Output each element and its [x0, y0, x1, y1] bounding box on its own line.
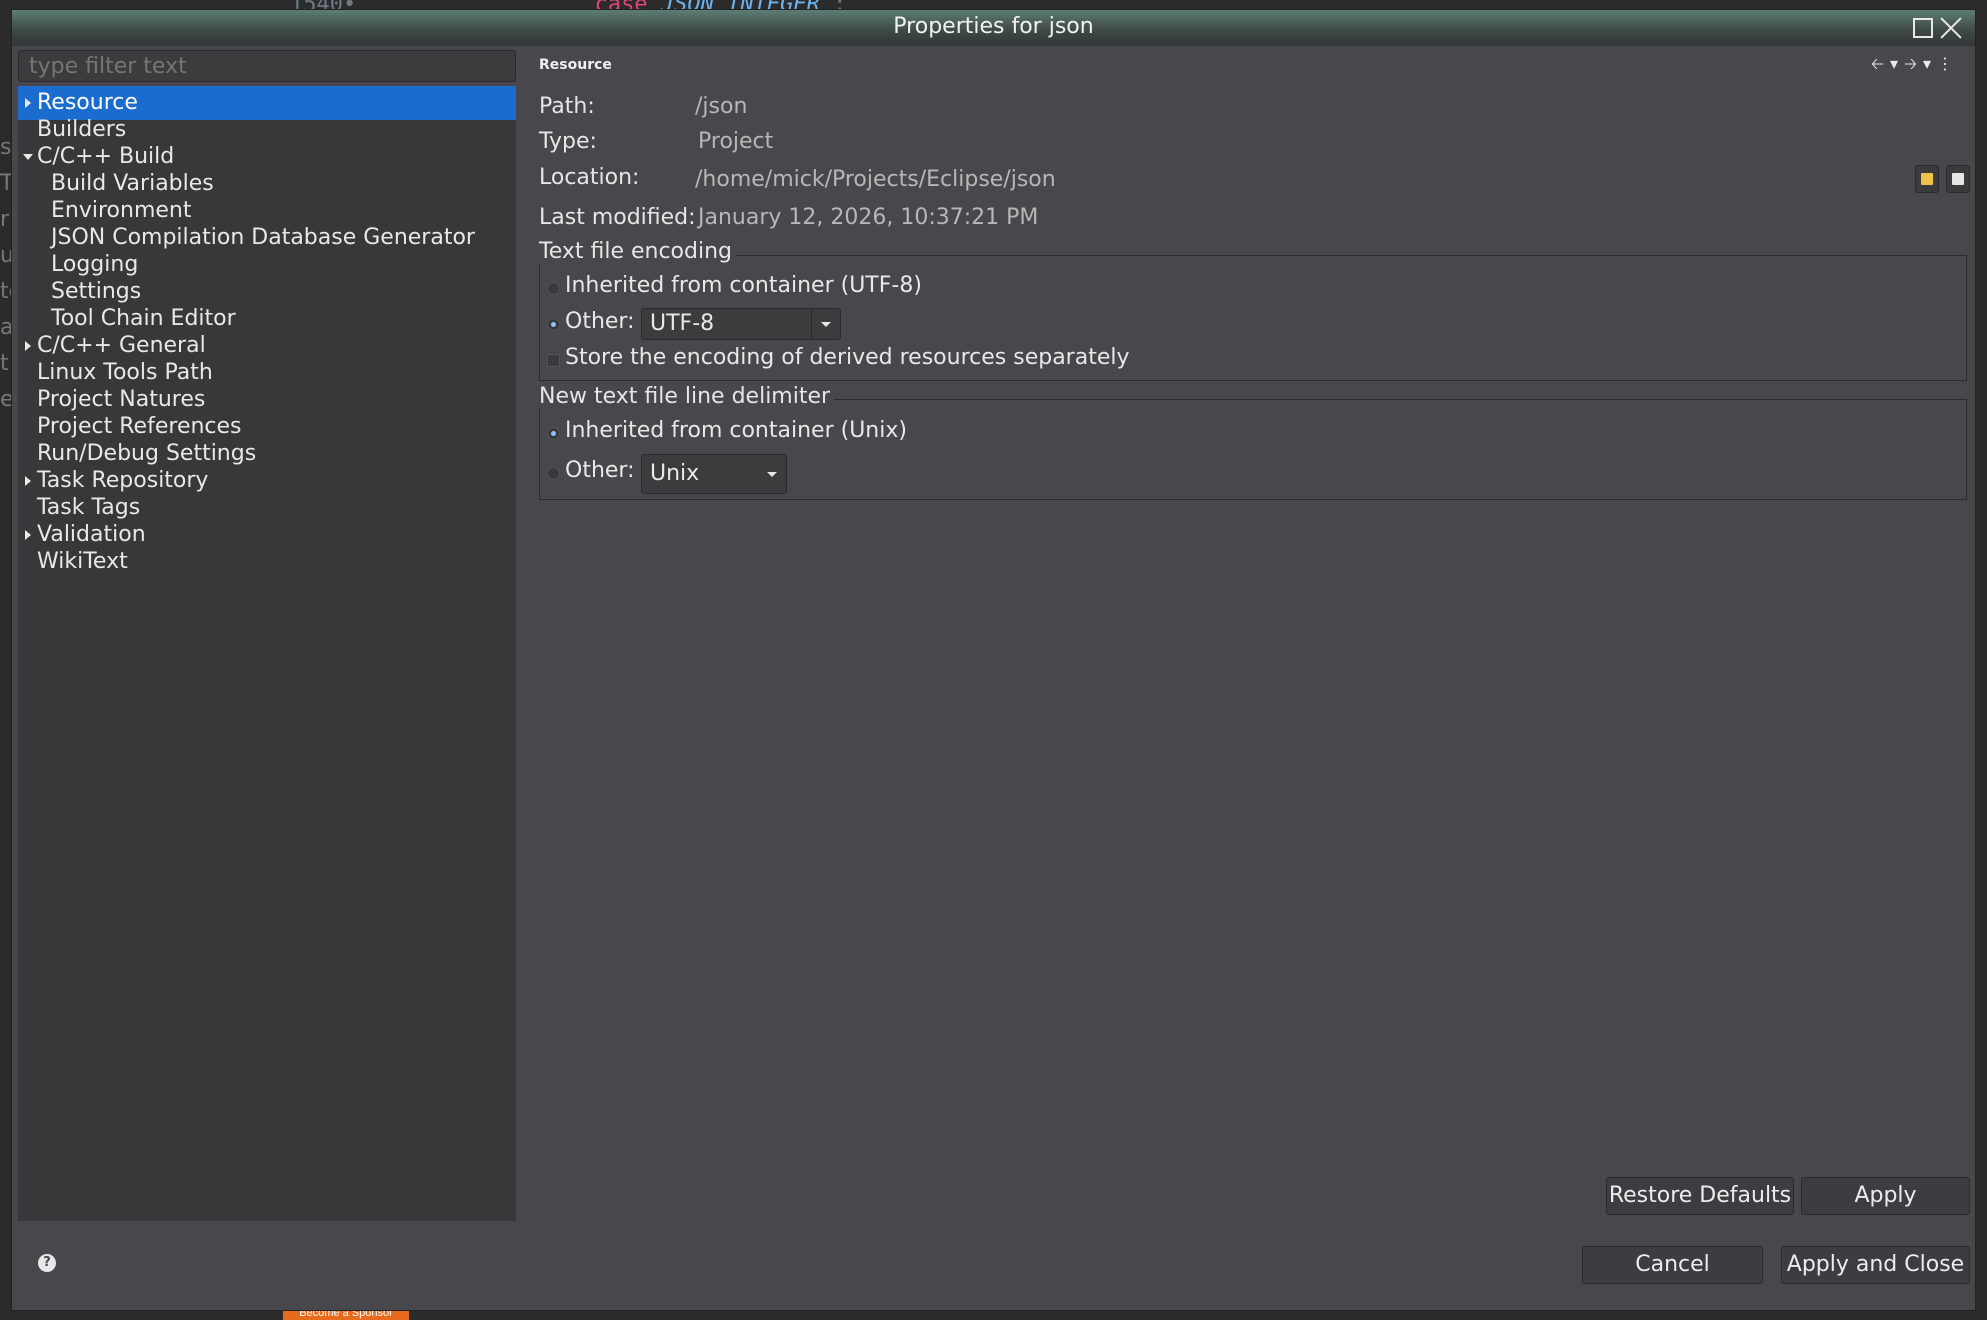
chevron-down-icon[interactable] — [811, 309, 840, 339]
store-derived-encoding-label[interactable]: Store the encoding of derived resources … — [565, 345, 1130, 370]
delimiter-inherited-radio[interactable] — [547, 427, 560, 440]
page-title: Resource — [539, 57, 612, 73]
type-value: Project — [698, 129, 774, 154]
back-dropdown-icon[interactable]: ▾ — [1890, 54, 1898, 74]
filter-input[interactable] — [18, 50, 516, 82]
delimiter-select-value: Unix — [650, 461, 700, 486]
title-bar: Properties for json — [12, 10, 1975, 46]
encoding-other-label[interactable]: Other: — [565, 309, 635, 334]
back-arrow-icon[interactable]: 🡠 — [1871, 54, 1884, 74]
copy-icon — [1952, 173, 1964, 185]
last-modified-value: January 12, 2026, 10:37:21 PM — [698, 205, 1039, 230]
restore-defaults-button[interactable]: Restore Defaults — [1606, 1177, 1794, 1215]
window-title: Properties for json — [893, 14, 1094, 39]
encoding-select[interactable]: UTF-8 — [641, 308, 841, 340]
delimiter-other-label[interactable]: Other: — [565, 458, 635, 483]
maximize-button[interactable] — [1913, 18, 1933, 38]
forward-dropdown-icon[interactable]: ▾ — [1923, 54, 1931, 74]
forward-arrow-icon[interactable]: 🡢 — [1904, 54, 1917, 74]
text-file-encoding-title: Text file encoding — [539, 239, 737, 264]
view-menu-icon[interactable]: ⋮ — [1937, 54, 1953, 74]
store-derived-encoding-checkbox[interactable] — [547, 354, 560, 367]
cancel-button[interactable]: Cancel — [1582, 1246, 1763, 1284]
encoding-inherited-radio[interactable] — [547, 282, 560, 295]
type-label: Type: — [539, 129, 597, 154]
copy-location-button[interactable] — [1946, 165, 1970, 193]
encoding-other-radio[interactable] — [547, 318, 560, 331]
apply-button[interactable]: Apply — [1801, 1177, 1970, 1215]
close-button[interactable] — [1937, 14, 1965, 42]
property-page-tree: Resource Builders C/C++ Build Build Vari… — [18, 86, 516, 1221]
path-label: Path: — [539, 94, 595, 119]
encoding-select-value: UTF-8 — [650, 311, 715, 336]
path-value: /json — [695, 94, 748, 119]
location-value: /home/mick/Projects/Eclipse/json — [695, 167, 1056, 192]
apply-and-close-button[interactable]: Apply and Close — [1781, 1246, 1970, 1284]
help-icon[interactable]: ? — [38, 1254, 56, 1272]
line-delimiter-title: New text file line delimiter — [539, 384, 835, 409]
chevron-down-icon[interactable] — [758, 459, 786, 489]
delimiter-select[interactable]: Unix — [641, 454, 787, 494]
properties-dialog: Properties for json Resource Builders C/… — [12, 10, 1975, 1310]
tree-item-wikitext[interactable]: WikiText — [18, 545, 516, 579]
location-label: Location: — [539, 165, 640, 190]
encoding-inherited-label[interactable]: Inherited from container (UTF-8) — [565, 273, 922, 298]
folder-icon — [1921, 173, 1933, 185]
page-nav-toolbar: 🡠 ▾ 🡢 ▾ ⋮ — [1871, 54, 1953, 74]
show-in-system-explorer-button[interactable] — [1915, 165, 1939, 193]
delimiter-other-radio[interactable] — [547, 467, 560, 480]
delimiter-inherited-label[interactable]: Inherited from container (Unix) — [565, 418, 907, 443]
last-modified-label: Last modified: — [539, 205, 696, 230]
tree-item-label: WikiText — [37, 549, 128, 574]
